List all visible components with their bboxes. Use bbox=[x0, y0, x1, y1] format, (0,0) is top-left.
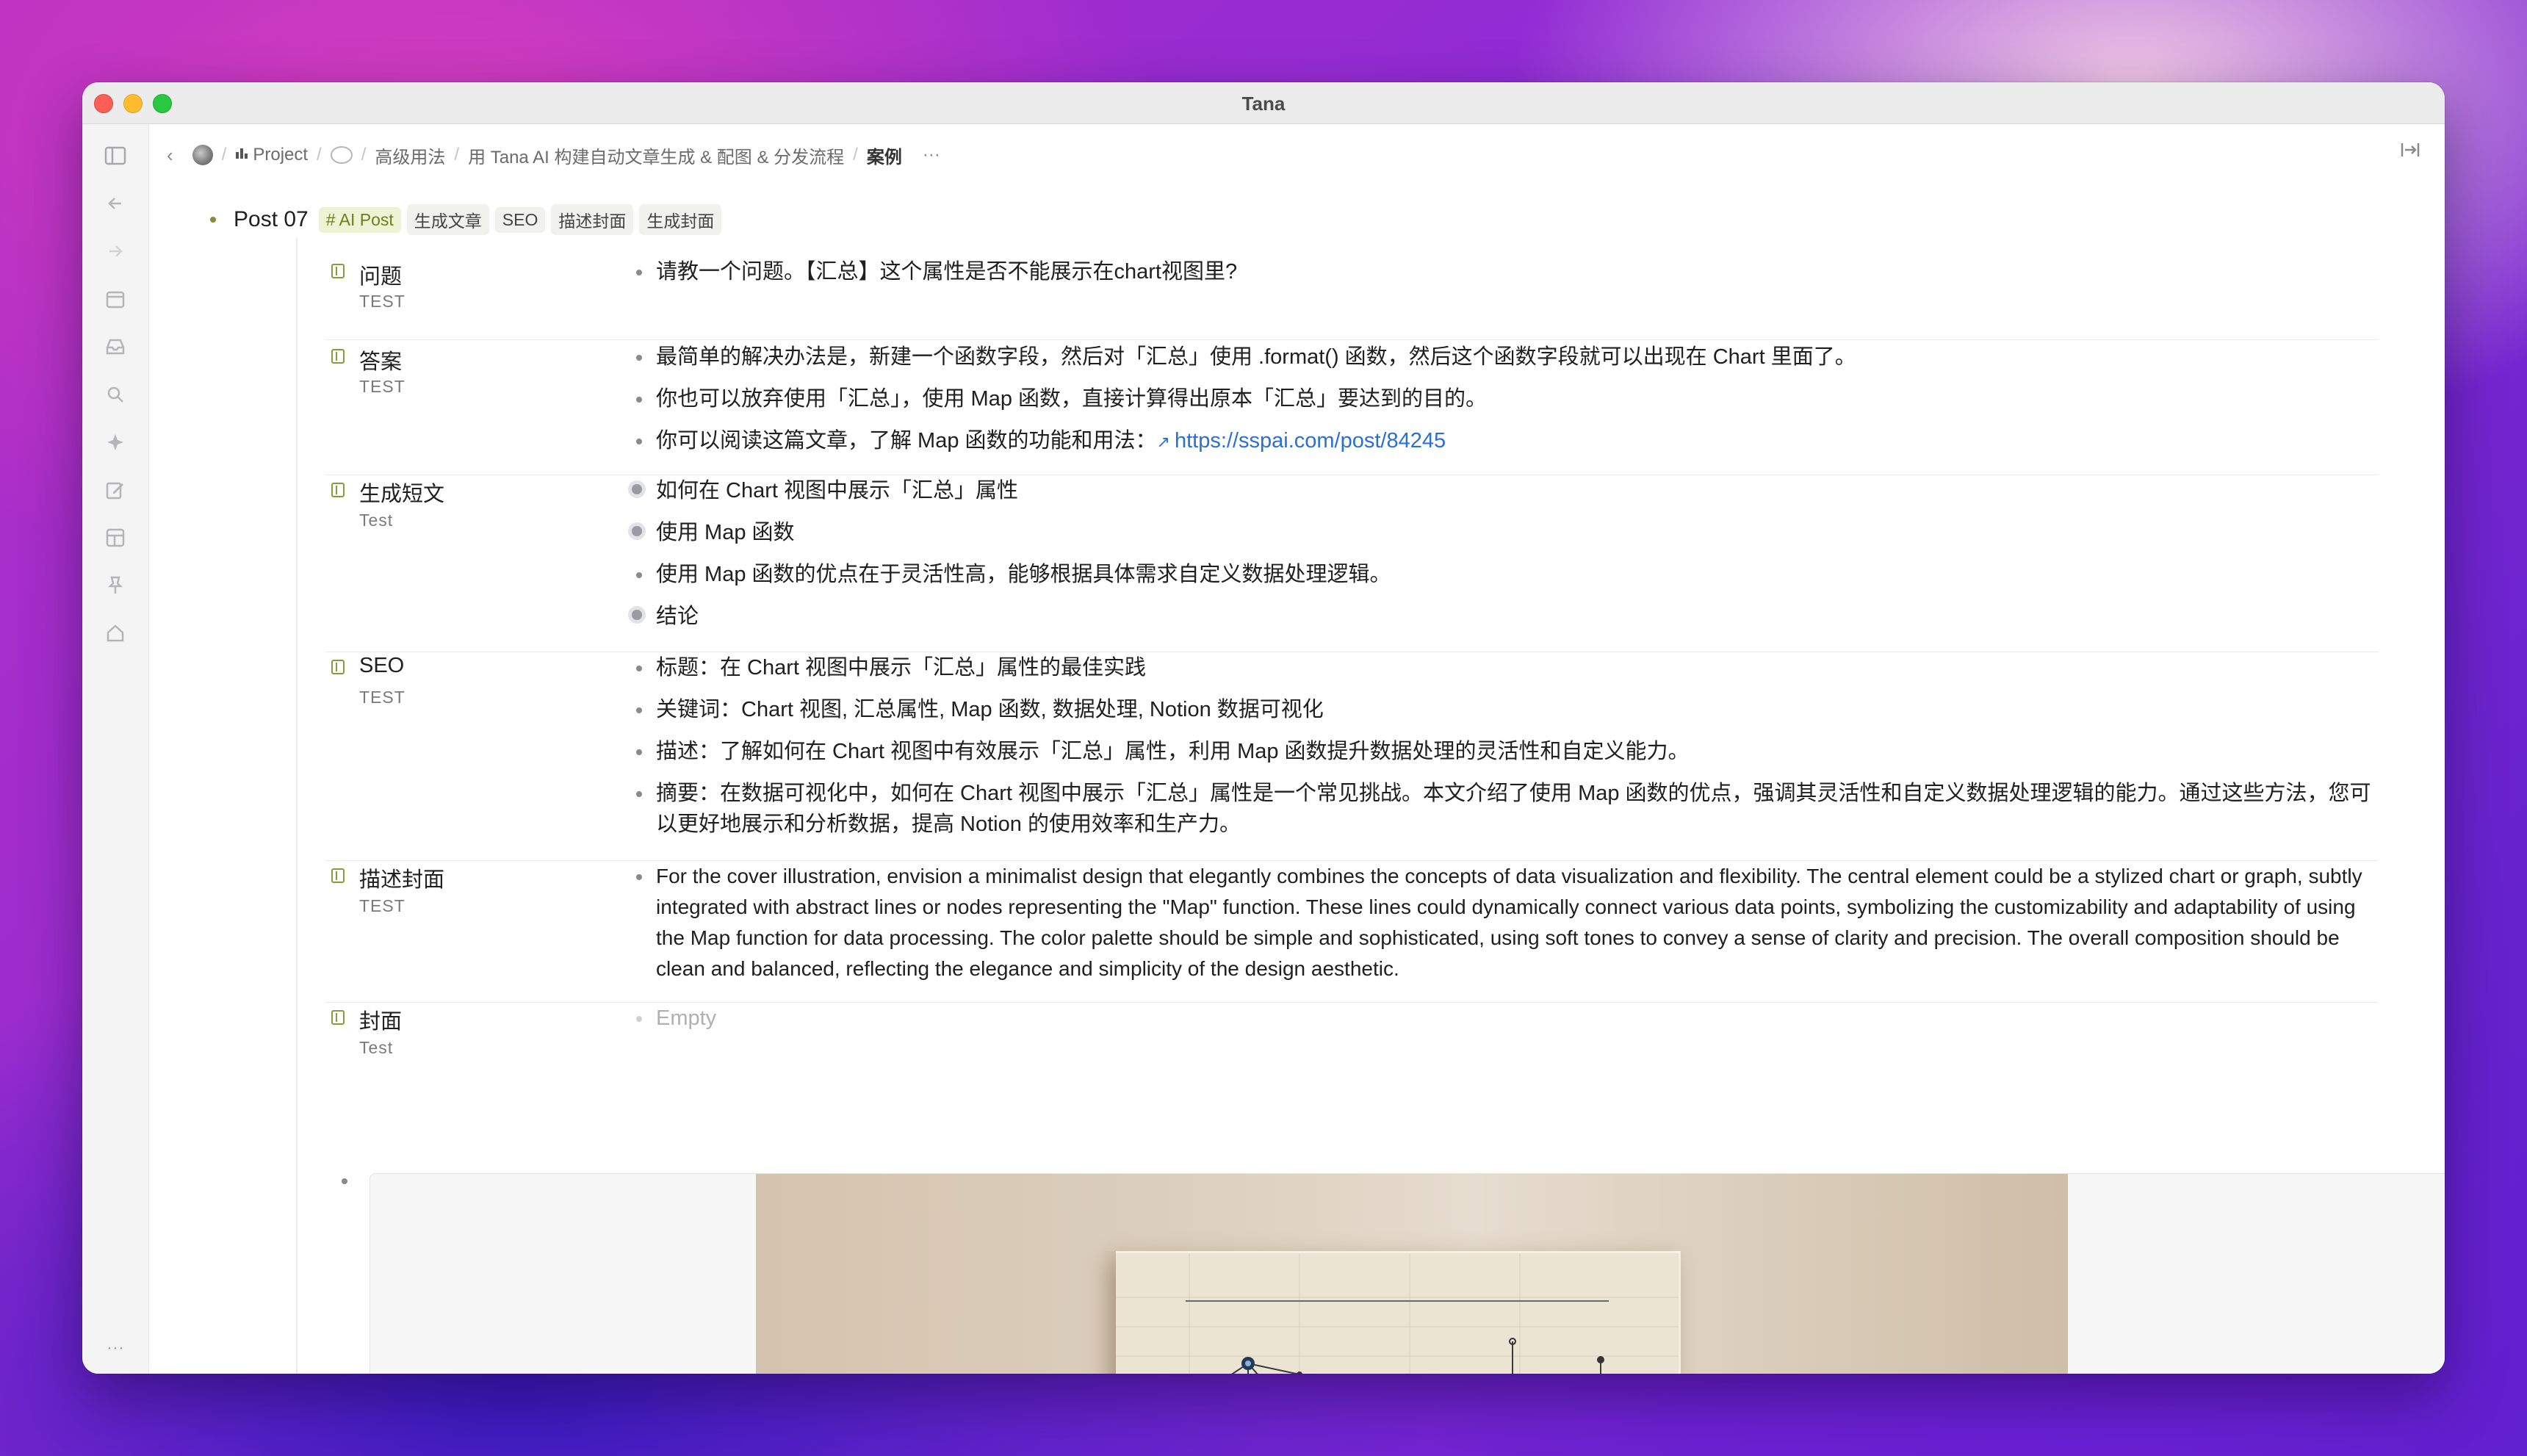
field-name[interactable]: 封面 bbox=[359, 1004, 402, 1035]
edit-icon[interactable] bbox=[104, 480, 127, 504]
field-values: 请教一个问题。【汇总】这个属性是否不能展示在chart视图里? bbox=[634, 256, 2379, 298]
image-node[interactable] bbox=[370, 1173, 2445, 1374]
value-node[interactable]: 标题：在 Chart 视图中展示「汇总」属性的最佳实践 bbox=[634, 652, 2379, 683]
collapsed-node[interactable]: 结论 bbox=[632, 601, 2379, 632]
value-text: 你可以阅读这篇文章，了解 Map 函数的功能和用法： bbox=[656, 429, 1157, 453]
tag-ai-post[interactable]: # AI Post bbox=[318, 206, 401, 233]
field-name[interactable]: 生成短文 bbox=[359, 477, 444, 508]
breadcrumb-separator: / bbox=[454, 145, 460, 165]
field-values: Empty bbox=[634, 1003, 2379, 1045]
value-node[interactable]: 请教一个问题。【汇总】这个属性是否不能展示在chart视图里? bbox=[634, 256, 2379, 287]
field-generate-short: 生成短文 Test 如何在 Chart 视图中展示「汇总」属性 使用 Map 函… bbox=[325, 475, 2379, 652]
tag-generate-cover[interactable]: 生成封面 bbox=[639, 204, 722, 235]
layout-icon[interactable] bbox=[104, 528, 127, 552]
field-supertag: Test bbox=[359, 511, 394, 530]
field-icon bbox=[331, 868, 345, 883]
image-node-bullet[interactable] bbox=[342, 1178, 347, 1184]
external-link-icon: ↗ bbox=[1156, 433, 1170, 451]
field-name[interactable]: 描述封面 bbox=[359, 862, 444, 893]
tag-describe-cover[interactable]: 描述封面 bbox=[551, 204, 634, 235]
field-describe-cover: 描述封面 TEST For the cover illustration, en… bbox=[325, 861, 2379, 1003]
value-node[interactable]: 你也可以放弃使用「汇总」，使用 Map 函数，直接计算得出原本「汇总」要达到的目… bbox=[634, 383, 2379, 414]
breadcrumb-separator: / bbox=[853, 145, 858, 165]
pin-icon[interactable] bbox=[104, 576, 127, 599]
post-bullet[interactable] bbox=[210, 217, 216, 223]
field-supertag: TEST bbox=[359, 377, 405, 396]
value-node[interactable]: 关键词：Chart 视图, 汇总属性, Map 函数, 数据处理, Notion… bbox=[634, 694, 2379, 725]
post-title-row: Post 07 # AI Post 生成文章 SEO 描述封面 生成封面 bbox=[210, 204, 727, 235]
collapsed-node[interactable]: 如何在 Chart 视图中展示「汇总」属性 bbox=[632, 475, 2379, 506]
workspace-avatar[interactable] bbox=[192, 145, 213, 165]
field-seo: SEO TEST 标题：在 Chart 视图中展示「汇总」属性的最佳实践 关键词… bbox=[325, 652, 2379, 861]
search-icon[interactable] bbox=[104, 385, 127, 408]
bar-chart-icon bbox=[235, 146, 248, 164]
field-name[interactable]: 答案 bbox=[359, 345, 402, 375]
value-node[interactable]: For the cover illustration, envision a m… bbox=[634, 861, 2379, 984]
breadcrumb-item-current[interactable]: 案例 bbox=[867, 143, 902, 168]
field-answer: 答案 TEST 最简单的解决办法是，新建一个函数字段，然后对「汇总」使用 .fo… bbox=[325, 340, 2379, 475]
field-supertag: TEST bbox=[359, 688, 405, 707]
breadcrumb-item-project[interactable]: Project bbox=[253, 145, 308, 165]
collapsed-path-icon[interactable] bbox=[330, 146, 353, 164]
panel-toggle-icon[interactable] bbox=[104, 146, 127, 170]
field-supertag: TEST bbox=[359, 292, 405, 311]
field-icon bbox=[331, 349, 345, 364]
cover-canvas-illustration bbox=[1116, 1251, 1681, 1374]
field-icon bbox=[331, 1010, 345, 1025]
field-values: For the cover illustration, envision a m… bbox=[634, 861, 2379, 995]
collapsed-node[interactable]: 使用 Map 函数 bbox=[632, 517, 2379, 548]
tag-generate-article[interactable]: 生成文章 bbox=[406, 204, 489, 235]
calendar-icon[interactable] bbox=[104, 289, 127, 313]
field-values: 如何在 Chart 视图中展示「汇总」属性 使用 Map 函数 使用 Map 函… bbox=[632, 475, 2379, 643]
title-bar: Tana bbox=[82, 82, 2445, 124]
empty-value[interactable]: Empty bbox=[634, 1003, 2379, 1034]
breadcrumb-back-icon[interactable]: ‹ bbox=[167, 144, 173, 167]
inbox-icon[interactable] bbox=[104, 337, 127, 361]
field-values: 最简单的解决办法是，新建一个函数字段，然后对「汇总」使用 .format() 函… bbox=[634, 342, 2379, 469]
field-question: 问题 TEST 请教一个问题。【汇总】这个属性是否不能展示在chart视图里? bbox=[325, 256, 2379, 340]
field-icon bbox=[331, 660, 345, 674]
field-cover: 封面 Test Empty bbox=[325, 1003, 2379, 1076]
value-node[interactable]: 摘要：在数据可视化中，如何在 Chart 视图中展示「汇总」属性是一个常见挑战。… bbox=[634, 778, 2379, 840]
collapse-panel-icon[interactable] bbox=[2401, 140, 2420, 163]
field-icon bbox=[331, 483, 345, 497]
forward-arrow-icon[interactable] bbox=[104, 242, 127, 265]
sparkle-icon[interactable] bbox=[104, 433, 127, 456]
home-icon[interactable] bbox=[104, 624, 127, 647]
field-supertag: TEST bbox=[359, 896, 405, 915]
field-icon bbox=[331, 264, 345, 278]
breadcrumb-item-workflow[interactable]: 用 Tana AI 构建自动文章生成 & 配图 & 分发流程 bbox=[468, 143, 844, 168]
more-icon[interactable]: ··· bbox=[104, 1336, 127, 1360]
field-supertag: Test bbox=[359, 1038, 394, 1057]
field-name[interactable]: SEO bbox=[359, 654, 404, 678]
field-name[interactable]: 问题 bbox=[359, 259, 402, 290]
breadcrumb-separator: / bbox=[221, 145, 227, 165]
field-values: 标题：在 Chart 视图中展示「汇总」属性的最佳实践 关键词：Chart 视图… bbox=[634, 652, 2379, 851]
value-node[interactable]: 描述：了解如何在 Chart 视图中有效展示「汇总」属性，利用 Map 函数提升… bbox=[634, 736, 2379, 767]
tag-seo[interactable]: SEO bbox=[494, 206, 546, 233]
back-arrow-icon[interactable] bbox=[104, 194, 127, 217]
value-node-with-link[interactable]: 你可以阅读这篇文章，了解 Map 函数的功能和用法：↗ https://sspai… bbox=[634, 425, 2379, 458]
breadcrumb: ‹ / Project / / 高级用法 / 用 Tana AI 构建自动文章生… bbox=[167, 140, 2386, 170]
breadcrumb-separator: / bbox=[361, 145, 367, 165]
left-sidebar: ··· bbox=[82, 124, 149, 1374]
breadcrumb-item-advanced[interactable]: 高级用法 bbox=[375, 143, 445, 168]
breadcrumb-more-icon[interactable]: ··· bbox=[923, 145, 940, 165]
cover-image bbox=[756, 1174, 2068, 1374]
post-title[interactable]: Post 07 bbox=[234, 207, 309, 232]
app-window: Tana ··· ‹ / Project / / 高级用法 / 用 Tana A… bbox=[82, 82, 2445, 1374]
indent-guide bbox=[296, 238, 298, 1374]
value-node[interactable]: 最简单的解决办法是，新建一个函数字段，然后对「汇总」使用 .format() 函… bbox=[634, 342, 2379, 372]
value-node[interactable]: 使用 Map 函数的优点在于灵活性高，能够根据具体需求自定义数据处理逻辑。 bbox=[634, 559, 2379, 590]
window-title: Tana bbox=[1241, 93, 1286, 115]
breadcrumb-separator: / bbox=[317, 145, 322, 165]
article-link[interactable]: https://sspai.com/post/84245 bbox=[1175, 429, 1446, 453]
main-content: ‹ / Project / / 高级用法 / 用 Tana AI 构建自动文章生… bbox=[149, 124, 2445, 1374]
